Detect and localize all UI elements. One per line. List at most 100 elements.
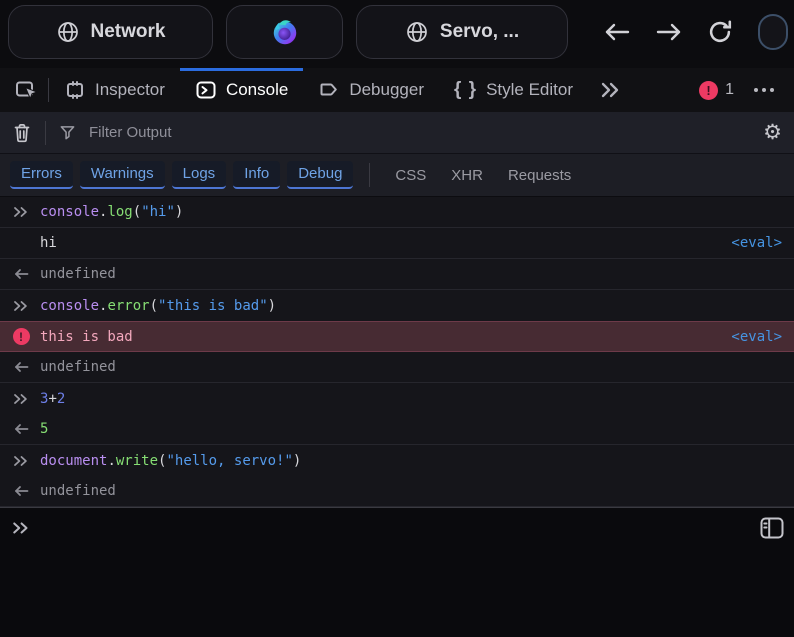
braces-icon: { }: [454, 79, 477, 101]
filter-funnel-icon: [59, 124, 76, 141]
code-token: console: [40, 204, 99, 220]
browser-tab-network[interactable]: Network: [8, 5, 213, 59]
node-picker-icon[interactable]: [4, 68, 48, 112]
console-filter-toggles: Errors Warnings Logs Info Debug CSS XHR …: [0, 154, 794, 197]
console-result-row[interactable]: 5: [0, 414, 794, 445]
tab-debugger[interactable]: Debugger: [303, 68, 439, 112]
code-token: (: [158, 453, 166, 469]
error-message: this is bad: [40, 329, 133, 345]
tab-style-editor[interactable]: { } Style Editor: [439, 68, 588, 112]
code-token: ): [268, 298, 276, 314]
code-token: (: [133, 204, 141, 220]
firefox-logo-icon: [270, 17, 300, 47]
browser-toolbar: Network: [0, 0, 794, 68]
filter-toggle-errors[interactable]: Errors: [10, 161, 73, 189]
result-arrow-icon: [12, 423, 30, 435]
console-command-row[interactable]: 3+2: [0, 383, 794, 414]
code-token: .: [107, 453, 115, 469]
log-message: hi: [40, 235, 57, 251]
command-prompt-icon: [12, 392, 30, 406]
result-arrow-icon: [12, 361, 30, 373]
console-filter-bar: ⚙: [0, 112, 794, 154]
command-prompt-icon: [12, 454, 30, 468]
reload-icon[interactable]: [706, 18, 734, 46]
filter-toggle-warnings[interactable]: Warnings: [80, 161, 165, 189]
filter-toggle-requests[interactable]: Requests: [499, 167, 580, 184]
code-token: write: [116, 453, 158, 469]
error-count: 1: [725, 81, 734, 99]
console-log-row[interactable]: hi <eval>: [0, 228, 794, 259]
tab-console[interactable]: Console: [180, 68, 303, 112]
result-value: undefined: [40, 359, 116, 375]
globe-icon: [56, 20, 80, 44]
profile-avatar[interactable]: [758, 14, 788, 50]
error-icon: !: [12, 328, 30, 345]
filter-toggle-css[interactable]: CSS: [386, 167, 435, 184]
code-token: document: [40, 453, 107, 469]
console-output: console.log("hi") hi <eval> undefined co…: [0, 197, 794, 507]
error-badge-icon: !: [699, 81, 718, 100]
split-console-icon[interactable]: [760, 517, 784, 539]
console-icon: [195, 79, 217, 101]
filter-output-input[interactable]: [89, 124, 750, 141]
tab-label: Debugger: [349, 80, 424, 100]
tab-label: Servo, ...: [440, 21, 519, 43]
console-settings-gear-icon[interactable]: ⚙: [763, 122, 782, 143]
console-command-row[interactable]: document.write("hello, servo!"): [0, 445, 794, 476]
back-icon[interactable]: [602, 19, 632, 45]
clear-console-icon[interactable]: [12, 122, 32, 144]
code-token: .: [99, 298, 107, 314]
devtools-menu-icon[interactable]: [742, 68, 786, 112]
console-input-area[interactable]: [0, 507, 794, 637]
code-token: 2: [57, 391, 65, 407]
more-tabs-chevron-icon[interactable]: [588, 68, 632, 112]
console-error-row[interactable]: ! this is bad <eval>: [0, 321, 794, 352]
code-token: (: [150, 298, 158, 314]
inspector-icon: [64, 79, 86, 101]
result-arrow-icon: [12, 268, 30, 280]
forward-icon[interactable]: [654, 19, 684, 45]
console-result-row[interactable]: undefined: [0, 352, 794, 383]
tab-label: Style Editor: [486, 80, 573, 100]
code-token: "this is bad": [158, 298, 268, 314]
code-token: 3: [40, 391, 48, 407]
filter-toggle-xhr[interactable]: XHR: [442, 167, 492, 184]
browser-tab-firefox-home[interactable]: [226, 5, 343, 59]
filter-toggle-logs[interactable]: Logs: [172, 161, 227, 189]
console-command-row[interactable]: console.log("hi"): [0, 197, 794, 228]
browser-nav-controls: [602, 14, 788, 50]
result-value: undefined: [40, 266, 116, 282]
code-token: +: [48, 391, 56, 407]
tab-label: Inspector: [95, 80, 165, 100]
tab-label: Console: [226, 80, 288, 100]
input-prompt-icon: [12, 520, 30, 536]
result-value: 5: [40, 421, 48, 437]
result-value: undefined: [40, 483, 116, 499]
divider: [369, 163, 370, 187]
console-result-row[interactable]: undefined: [0, 259, 794, 290]
error-count-button[interactable]: ! 1: [691, 81, 742, 100]
code-token: ): [175, 204, 183, 220]
filter-toggle-info[interactable]: Info: [233, 161, 280, 189]
code-token: .: [99, 204, 107, 220]
code-token: error: [107, 298, 149, 314]
browser-tab-servo[interactable]: Servo, ...: [356, 5, 568, 59]
devtools-toolbox-tabs: Inspector Console Debugger { } Style Edi…: [0, 68, 794, 112]
divider: [45, 121, 46, 145]
code-token: log: [107, 204, 132, 220]
code-token: ): [293, 453, 301, 469]
command-prompt-icon: [12, 205, 30, 219]
result-arrow-icon: [12, 485, 30, 497]
console-input-line[interactable]: [0, 508, 794, 548]
debugger-icon: [318, 79, 340, 101]
tab-inspector[interactable]: Inspector: [49, 68, 180, 112]
command-prompt-icon: [12, 299, 30, 313]
code-token: "hi": [141, 204, 175, 220]
filter-toggle-debug[interactable]: Debug: [287, 161, 353, 189]
eval-source-link[interactable]: <eval>: [731, 329, 782, 345]
console-result-row[interactable]: undefined: [0, 476, 794, 507]
code-token: console: [40, 298, 99, 314]
globe-icon: [405, 20, 429, 44]
console-command-row[interactable]: console.error("this is bad"): [0, 290, 794, 321]
eval-source-link[interactable]: <eval>: [731, 235, 782, 251]
